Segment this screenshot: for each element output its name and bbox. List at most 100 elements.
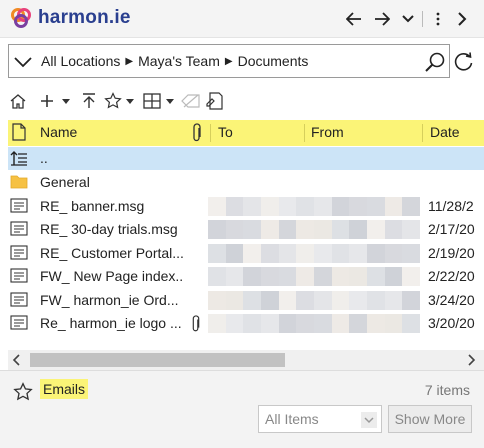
- redacted-cell: [208, 290, 421, 310]
- email-file-icon: [10, 221, 28, 238]
- horizontal-scrollbar[interactable]: [8, 350, 484, 370]
- row-date: 2/22/20: [428, 268, 475, 284]
- table-row[interactable]: RE_ Customer Portal... 2/19/20: [8, 242, 484, 265]
- add-dropdown-icon[interactable]: [60, 88, 72, 114]
- redacted-block: [261, 196, 279, 216]
- redacted-block: [225, 220, 244, 239]
- redacted-block: [261, 267, 279, 286]
- breadcrumb-separator-icon: ▶: [224, 55, 233, 67]
- redacted-block: [367, 290, 385, 310]
- document-type-icon: [12, 123, 26, 141]
- paperclip-icon[interactable]: [192, 123, 204, 143]
- redacted-block: [296, 267, 315, 286]
- footer-panel: Emails 7 items All Items Show More: [0, 370, 484, 448]
- column-header-date[interactable]: Date: [430, 124, 460, 140]
- table-row[interactable]: FW_ New Page index.. 2/22/20: [8, 265, 484, 288]
- item-count: 7 items: [424, 382, 470, 398]
- folder-row[interactable]: General: [8, 171, 484, 194]
- table-row[interactable]: Re_ harmon_ie logo ... 3/20/20: [8, 312, 484, 335]
- edit-document-icon[interactable]: [204, 88, 226, 114]
- redacted-cell: [208, 243, 421, 263]
- scroll-thumb[interactable]: [30, 353, 285, 367]
- redacted-block: [331, 196, 350, 216]
- redacted-block: [367, 267, 385, 286]
- redacted-block: [349, 196, 368, 216]
- breadcrumb-team[interactable]: Maya's Team: [138, 53, 220, 69]
- brand-name: harmon.ie: [38, 7, 131, 28]
- redacted-block: [261, 314, 279, 333]
- row-date: 2/19/20: [428, 244, 475, 261]
- star-icon[interactable]: [12, 381, 34, 403]
- redacted-block: [225, 267, 244, 286]
- favorite-dropdown-icon[interactable]: [124, 88, 136, 114]
- redacted-block: [384, 243, 403, 263]
- vertical-ellipsis-icon[interactable]: [428, 8, 448, 30]
- redacted-block: [225, 290, 244, 310]
- redacted-block: [208, 267, 226, 286]
- filter-select[interactable]: All Items: [258, 405, 382, 433]
- scroll-left-icon[interactable]: [12, 354, 22, 366]
- redacted-block: [367, 314, 385, 333]
- row-date: 2/17/20: [428, 221, 475, 237]
- arrow-right-icon[interactable]: [372, 8, 392, 30]
- table-row[interactable]: FW_ harmon_ie Ord... 3/24/20: [8, 289, 484, 312]
- search-icon[interactable]: [423, 50, 447, 74]
- redacted-block: [349, 243, 368, 263]
- redacted-block: [402, 290, 421, 310]
- table-row[interactable]: RE_ 30-day trials.msg 2/17/20: [8, 218, 484, 241]
- table-row[interactable]: RE_ banner.msg 11/28/2: [8, 195, 484, 218]
- redacted-block: [261, 220, 279, 239]
- table-row-parent-folder[interactable]: ..: [8, 147, 484, 170]
- column-header-to[interactable]: To: [218, 124, 233, 140]
- show-more-button[interactable]: Show More: [388, 405, 472, 433]
- redacted-block: [384, 220, 403, 239]
- redacted-block: [314, 220, 332, 239]
- breadcrumb-all-locations[interactable]: All Locations: [41, 53, 120, 69]
- view-name-label[interactable]: Emails: [40, 379, 89, 399]
- column-header-from[interactable]: From: [311, 124, 344, 140]
- redacted-block: [384, 267, 403, 286]
- column-header-name[interactable]: Name: [40, 124, 77, 140]
- favorite-star-icon[interactable]: [102, 88, 124, 114]
- column-divider: [304, 124, 305, 142]
- upload-icon[interactable]: [76, 88, 102, 114]
- redacted-block: [296, 314, 315, 333]
- chevron-down-icon[interactable]: [361, 412, 377, 428]
- redacted-block: [208, 196, 226, 216]
- add-icon[interactable]: [34, 88, 60, 114]
- redacted-block: [278, 267, 297, 286]
- location-bar[interactable]: All Locations ▶ Maya's Team ▶ Documents: [8, 44, 450, 78]
- chevron-right-icon[interactable]: [452, 8, 472, 30]
- row-name: Re_ harmon_ie logo ...: [40, 315, 182, 331]
- redacted-block: [331, 314, 350, 333]
- email-file-icon: [10, 197, 28, 215]
- tag-icon: [178, 88, 204, 114]
- redacted-block: [314, 314, 332, 333]
- redacted-cell: [208, 196, 421, 216]
- view-dropdown-icon[interactable]: [164, 88, 176, 114]
- row-date: 3/24/20: [428, 291, 475, 308]
- redacted-block: [208, 243, 226, 263]
- row-name: General: [40, 174, 90, 190]
- view-layout-icon[interactable]: [140, 88, 164, 114]
- breadcrumb-separator-icon: ▶: [125, 55, 134, 67]
- redacted-block: [208, 290, 226, 310]
- filter-select-value: All Items: [265, 411, 319, 427]
- breadcrumb-documents[interactable]: Documents: [238, 53, 309, 69]
- harmonie-logo-icon: [10, 7, 32, 29]
- location-dropdown-icon[interactable]: [13, 53, 33, 71]
- redacted-cell: [208, 267, 421, 286]
- redacted-cell: [208, 314, 421, 333]
- redacted-block: [331, 290, 350, 310]
- scroll-right-icon[interactable]: [468, 354, 478, 366]
- row-name: FW_ harmon_ie Ord...: [40, 291, 179, 308]
- redacted-block: [243, 267, 262, 286]
- chevron-down-icon[interactable]: [398, 8, 418, 30]
- redacted-block: [384, 196, 403, 216]
- home-icon[interactable]: [8, 88, 28, 114]
- redacted-block: [278, 220, 297, 239]
- arrow-left-icon[interactable]: [344, 8, 364, 30]
- redacted-block: [296, 220, 315, 239]
- redacted-block: [225, 314, 244, 333]
- refresh-icon[interactable]: [452, 50, 476, 74]
